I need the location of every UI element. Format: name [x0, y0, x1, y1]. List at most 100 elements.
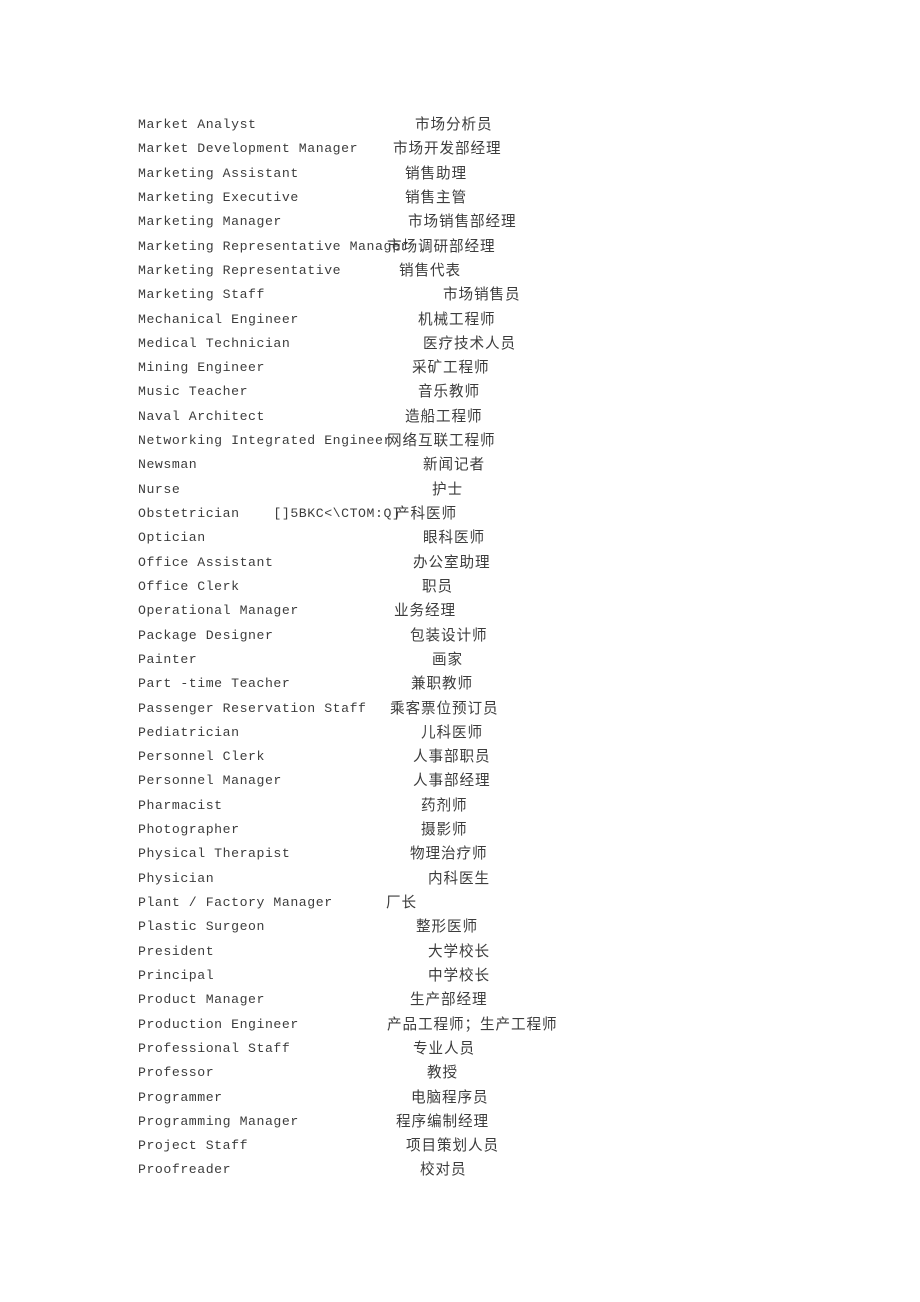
glossary-entry: Personnel Manager 人事部经理	[138, 769, 838, 793]
document-page: Market Analyst 市场分析员 Market Development Ma…	[0, 0, 920, 1302]
glossary-entry: Photographer 摄影师	[138, 818, 838, 842]
glossary-entry: Nurse 护士	[138, 478, 838, 502]
term-chinese: 新闻记者	[423, 456, 485, 474]
glossary-entry: Physician 内科医生	[138, 867, 838, 891]
term-chinese: 包装设计师	[410, 626, 488, 644]
term-chinese: 办公室助理	[413, 553, 491, 571]
term-chinese: 网络互联工程师	[387, 432, 496, 450]
term-english: Marketing Representative Manager	[138, 238, 409, 254]
glossary-entry: Programming Manager 程序编制经理	[138, 1110, 838, 1134]
term-english: Nurse	[138, 481, 181, 497]
term-chinese: 产科医师	[395, 505, 457, 522]
term-english: Marketing Staff	[138, 287, 265, 303]
term-english: Programming Manager	[138, 1113, 299, 1129]
glossary-entry: Passenger Reservation Staff 乘客票位预订员	[138, 697, 838, 721]
glossary-entry: Optician 眼科医师	[138, 526, 838, 550]
glossary-entry: Plant / Factory Manager 厂长	[138, 891, 838, 915]
glossary-entry: Office Assistant 办公室助理	[138, 551, 838, 575]
term-english: Physical Therapist	[138, 846, 291, 862]
term-english: Market Development Manager	[138, 141, 359, 157]
term-english: Physician	[138, 870, 215, 886]
term-chinese: 市场销售员	[443, 286, 521, 304]
term-english: Market Analyst	[138, 117, 257, 132]
term-chinese: 业务经理	[394, 602, 456, 620]
term-chinese: 生产部经理	[410, 991, 488, 1009]
term-english: Principal	[138, 967, 215, 983]
term-english: Medical Technician	[138, 335, 291, 351]
term-english: Plant / Factory Manager	[138, 895, 333, 910]
term-english: Office Clerk	[138, 578, 240, 594]
glossary-entry: Naval Architect 造船工程师	[138, 405, 838, 429]
glossary-list: Market Analyst 市场分析员 Market Development Ma…	[138, 113, 838, 1183]
term-chinese: 人事部职员	[413, 748, 491, 766]
glossary-entry: Newsman 新闻记者	[138, 453, 838, 477]
term-chinese: 市场开发部经理	[393, 140, 502, 158]
term-english: Pharmacist	[138, 797, 223, 813]
term-chinese: 医疗技术人员	[423, 334, 516, 352]
glossary-entry: Mining Engineer 采矿工程师	[138, 356, 838, 380]
term-chinese: 销售主管	[405, 188, 467, 206]
glossary-entry: Production Engineer 产品工程师；生产工程师	[138, 1013, 838, 1037]
term-english: Plastic Surgeon	[138, 919, 265, 935]
term-english: Mechanical Engineer	[138, 311, 299, 327]
term-english: Naval Architect	[138, 408, 265, 424]
term-chinese: 校对员	[420, 1161, 467, 1179]
term-chinese: 产品工程师；生产工程师	[387, 1015, 558, 1033]
glossary-entry: Plastic Surgeon 整形医师	[138, 915, 838, 939]
term-english: Production Engineer	[138, 1016, 299, 1032]
glossary-entry: Marketing Executive 销售主管	[138, 186, 838, 210]
glossary-entry: Professional Staff 专业人员	[138, 1037, 838, 1061]
glossary-entry: Painter 画家	[138, 648, 838, 672]
term-english: Marketing Representative	[138, 262, 342, 278]
glossary-entry: Marketing Representative Manager 市场调研部经理	[138, 235, 838, 259]
term-english: Personnel Clerk	[138, 749, 265, 765]
term-chinese: 职员	[422, 577, 453, 595]
glossary-entry: Market Development Manager 市场开发部经理	[138, 137, 838, 161]
term-english: Marketing Executive	[138, 189, 299, 205]
term-english: Photographer	[138, 822, 240, 838]
term-english: Newsman	[138, 457, 198, 473]
term-english: Obstetrician []5BKC<\CTOM:Q]	[138, 506, 401, 521]
term-chinese: 市场调研部经理	[387, 237, 496, 255]
glossary-entry: Music Teacher 音乐教师	[138, 380, 838, 404]
glossary-entry: Office Clerk 职员	[138, 575, 838, 599]
term-english: Part -time Teacher	[138, 676, 291, 692]
glossary-entry: Marketing Assistant 销售助理	[138, 162, 838, 186]
term-chinese: 采矿工程师	[412, 359, 490, 377]
term-english: Proofreader	[138, 1162, 232, 1178]
glossary-entry: Marketing Staff 市场销售员	[138, 283, 838, 307]
glossary-entry: Operational Manager 业务经理	[138, 599, 838, 623]
term-english: Package Designer	[138, 627, 274, 643]
term-chinese: 兼职教师	[411, 675, 473, 693]
glossary-entry: Professor 教授	[138, 1061, 838, 1085]
term-chinese: 乘客票位预订员	[390, 699, 499, 717]
glossary-entry: Pharmacist 药剂师	[138, 794, 838, 818]
term-chinese: 音乐教师	[418, 383, 480, 401]
term-chinese: 机械工程师	[418, 310, 496, 328]
term-chinese: 电脑程序员	[411, 1088, 489, 1106]
glossary-entry: Physical Therapist 物理治疗师	[138, 842, 838, 866]
glossary-entry: Networking Integrated Engineer 网络互联工程师	[138, 429, 838, 453]
glossary-entry: Proofreader 校对员	[138, 1158, 838, 1182]
term-english: Passenger Reservation Staff	[138, 700, 367, 716]
term-english: Project Staff	[138, 1138, 249, 1154]
term-chinese: 项目策划人员	[406, 1137, 499, 1155]
glossary-entry: Project Staff 项目策划人员	[138, 1134, 838, 1158]
term-chinese: 整形医师	[416, 918, 478, 936]
term-chinese: 市场销售部经理	[408, 213, 517, 231]
glossary-entry: Programmer 电脑程序员	[138, 1086, 838, 1110]
term-english: Professional Staff	[138, 1040, 291, 1056]
term-english: Pediatrician	[138, 724, 240, 740]
term-chinese: 厂长	[386, 894, 417, 911]
term-chinese: 造船工程师	[405, 407, 483, 425]
term-chinese: 眼科医师	[423, 529, 485, 547]
term-english: President	[138, 943, 215, 959]
term-english: Optician	[138, 530, 206, 546]
glossary-entry: Mechanical Engineer 机械工程师	[138, 308, 838, 332]
term-chinese: 专业人员	[413, 1039, 475, 1057]
term-english: Mining Engineer	[138, 360, 265, 376]
glossary-entry: Pediatrician 儿科医师	[138, 721, 838, 745]
glossary-entry: Market Analyst 市场分析员	[138, 113, 838, 137]
term-english: Product Manager	[138, 992, 265, 1008]
term-chinese: 销售代表	[399, 261, 461, 279]
